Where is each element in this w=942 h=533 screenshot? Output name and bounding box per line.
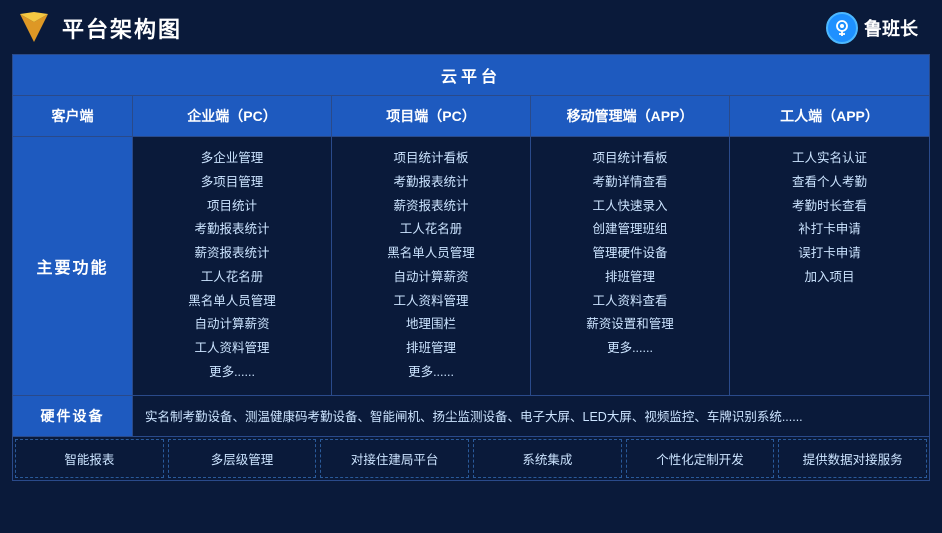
project-feature-item: 项目统计看板 (340, 147, 522, 171)
project-feature-item: 更多...... (340, 361, 522, 385)
worker-feature-item: 查看个人考勤 (738, 171, 921, 195)
mobile-feature-item: 工人快速录入 (539, 195, 721, 219)
project-feature-item: 排班管理 (340, 337, 522, 361)
mobile-feature-item: 工人资料查看 (539, 290, 721, 314)
hardware-content: 实名制考勤设备、测温健康码考勤设备、智能闸机、扬尘监测设备、电子大屏、LED大屏… (133, 396, 929, 436)
mobile-feature-item: 薪资设置和管理 (539, 313, 721, 337)
mobile-features: 项目统计看板考勤详情查看工人快速录入创建管理班组管理硬件设备排班管理工人资料查看… (531, 137, 730, 395)
worker-feature-item: 补打卡申请 (738, 218, 921, 242)
worker-feature-item: 加入项目 (738, 266, 921, 290)
enterprise-feature-item: 薪资报表统计 (141, 242, 323, 266)
mobile-feature-item: 创建管理班组 (539, 218, 721, 242)
project-feature-item: 地理围栏 (340, 313, 522, 337)
col-header-mobile: 移动管理端（APP） (531, 96, 730, 136)
enterprise-feature-item: 项目统计 (141, 195, 323, 219)
bottom-features: 智能报表多层级管理对接住建局平台系统集成个性化定制开发提供数据对接服务 (13, 437, 929, 480)
bottom-feature-item: 多层级管理 (168, 439, 317, 478)
hardware-label: 硬件设备 (13, 396, 133, 436)
main-table: 云平台 客户端 企业端（PC） 项目端（PC） 移动管理端（APP） 工人端（A… (12, 54, 930, 481)
header-left: 平台架构图 (16, 10, 182, 46)
mobile-feature-item: 考勤详情查看 (539, 171, 721, 195)
worker-features: 工人实名认证查看个人考勤考勤时长查看补打卡申请误打卡申请加入项目 (730, 137, 929, 395)
enterprise-feature-item: 黑名单人员管理 (141, 290, 323, 314)
worker-feature-item: 工人实名认证 (738, 147, 921, 171)
enterprise-feature-item: 工人花名册 (141, 266, 323, 290)
enterprise-feature-item: 自动计算薪资 (141, 313, 323, 337)
brand-icon (826, 12, 858, 44)
mobile-feature-item: 更多...... (539, 337, 721, 361)
header: 平台架构图 鲁班长 (0, 0, 942, 54)
enterprise-feature-item: 考勤报表统计 (141, 218, 323, 242)
mobile-feature-item: 排班管理 (539, 266, 721, 290)
col-header-worker: 工人端（APP） (730, 96, 929, 136)
bottom-feature-item: 对接住建局平台 (320, 439, 469, 478)
header-title: 平台架构图 (62, 12, 182, 44)
project-features: 项目统计看板考勤报表统计薪资报表统计工人花名册黑名单人员管理自动计算薪资工人资料… (332, 137, 531, 395)
bottom-feature-item: 个性化定制开发 (626, 439, 775, 478)
enterprise-feature-item: 多企业管理 (141, 147, 323, 171)
project-feature-item: 黑名单人员管理 (340, 242, 522, 266)
hardware-row: 硬件设备 实名制考勤设备、测温健康码考勤设备、智能闸机、扬尘监测设备、电子大屏、… (13, 396, 929, 437)
logo-icon (16, 10, 52, 46)
enterprise-feature-item: 多项目管理 (141, 171, 323, 195)
bottom-feature-item: 系统集成 (473, 439, 622, 478)
mobile-feature-item: 管理硬件设备 (539, 242, 721, 266)
project-feature-item: 工人资料管理 (340, 290, 522, 314)
brand-name: 鲁班长 (864, 15, 918, 41)
project-feature-item: 考勤报表统计 (340, 171, 522, 195)
content-area: 主要功能 多企业管理多项目管理项目统计考勤报表统计薪资报表统计工人花名册黑名单人… (13, 137, 929, 396)
enterprise-feature-item: 工人资料管理 (141, 337, 323, 361)
enterprise-feature-item: 更多...... (141, 361, 323, 385)
bottom-feature-item: 智能报表 (15, 439, 164, 478)
cloud-platform-row: 云平台 (13, 55, 929, 96)
col-header-project: 项目端（PC） (332, 96, 531, 136)
col-header-client: 客户端 (13, 96, 133, 136)
project-feature-item: 工人花名册 (340, 218, 522, 242)
bottom-feature-item: 提供数据对接服务 (778, 439, 927, 478)
project-feature-item: 自动计算薪资 (340, 266, 522, 290)
project-feature-item: 薪资报表统计 (340, 195, 522, 219)
cloud-platform-label: 云平台 (441, 69, 501, 86)
brand-logo: 鲁班长 (826, 12, 918, 44)
column-headers: 客户端 企业端（PC） 项目端（PC） 移动管理端（APP） 工人端（APP） (13, 96, 929, 137)
enterprise-features: 多企业管理多项目管理项目统计考勤报表统计薪资报表统计工人花名册黑名单人员管理自动… (133, 137, 332, 395)
worker-feature-item: 误打卡申请 (738, 242, 921, 266)
main-function-label: 主要功能 (13, 137, 133, 395)
worker-feature-item: 考勤时长查看 (738, 195, 921, 219)
mobile-feature-item: 项目统计看板 (539, 147, 721, 171)
col-header-enterprise: 企业端（PC） (133, 96, 332, 136)
